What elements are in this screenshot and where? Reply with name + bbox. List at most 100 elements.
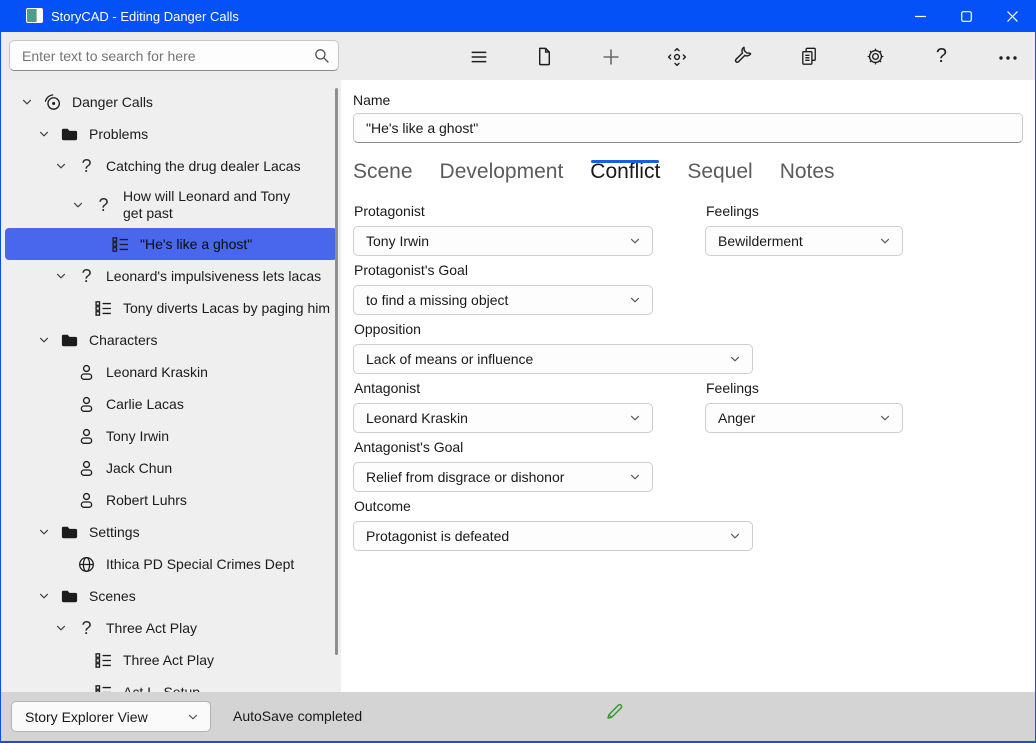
- tab-sequel[interactable]: Sequel: [687, 160, 752, 192]
- tools-icon[interactable]: [731, 44, 756, 69]
- character-icon: [77, 395, 96, 414]
- chevron-down-icon[interactable]: [36, 332, 52, 348]
- view-selector-value: Story Explorer View: [25, 709, 148, 725]
- search-input[interactable]: [9, 40, 339, 71]
- view-selector-dropdown[interactable]: Story Explorer View: [11, 701, 211, 732]
- tree-item-character[interactable]: Robert Luhrs: [5, 484, 337, 516]
- protagonist-feelings-value: Bewilderment: [718, 233, 803, 249]
- protagonist-goal-dropdown[interactable]: to find a missing object: [353, 285, 653, 315]
- scene-icon: [94, 651, 113, 670]
- tree-item-label: Ithica PD Special Crimes Dept: [106, 556, 294, 572]
- close-icon: [1007, 11, 1018, 22]
- tree-item-setting[interactable]: Ithica PD Special Crimes Dept: [5, 548, 337, 580]
- app-window: StoryCAD - Editing Danger Calls: [0, 0, 1036, 743]
- outcome-dropdown[interactable]: Protagonist is defeated: [353, 521, 753, 551]
- chevron-down-icon[interactable]: [19, 94, 35, 110]
- character-icon: [77, 491, 96, 510]
- top-strip: ?: [1, 32, 1035, 80]
- tab-conflict[interactable]: Conflict: [590, 160, 660, 192]
- menu-icon[interactable]: [466, 44, 491, 69]
- move-icon[interactable]: [664, 44, 689, 69]
- tree-item-label: Carlie Lacas: [106, 396, 184, 412]
- tab-scene[interactable]: Scene: [353, 160, 413, 192]
- tree-item-settings-folder[interactable]: Settings: [5, 516, 337, 548]
- navigation-tree: Danger Calls Problems ? Catching the dru…: [1, 80, 341, 692]
- tree-item-label: Three Act Play: [123, 652, 214, 668]
- tree-item-problem[interactable]: ? Leonard's impulsiveness lets lacas: [5, 260, 337, 292]
- add-icon[interactable]: [598, 44, 623, 69]
- tree-item-label: Problems: [89, 126, 148, 142]
- tree-item-character[interactable]: Leonard Kraskin: [5, 356, 337, 388]
- tree-item-character[interactable]: Tony Irwin: [5, 420, 337, 452]
- maximize-icon: [961, 11, 972, 22]
- tree-item-label: Tony diverts Lacas by paging him: [123, 300, 330, 316]
- scene-tabs: Scene Development Conflict Sequel Notes: [353, 160, 1023, 192]
- tree-item-scene-selected[interactable]: "He's like a ghost": [5, 228, 337, 260]
- tab-development[interactable]: Development: [440, 160, 564, 192]
- tree-item-story-overview[interactable]: Danger Calls: [5, 86, 337, 118]
- folder-icon: [60, 331, 79, 350]
- antagonist-feelings-dropdown[interactable]: Anger: [705, 403, 903, 433]
- character-icon: [77, 427, 96, 446]
- opposition-dropdown[interactable]: Lack of means or influence: [353, 344, 753, 374]
- tree-item-label: Danger Calls: [72, 94, 153, 110]
- protagonist-feelings-label: Feelings: [706, 203, 903, 219]
- tree-item-problem[interactable]: ? How will Leonard and Tony get past: [5, 182, 337, 228]
- tree-item-label: Characters: [89, 332, 157, 348]
- tree-item-scenes-folder[interactable]: Scenes: [5, 580, 337, 612]
- name-input[interactable]: [353, 113, 1023, 143]
- scene-icon: [94, 299, 113, 318]
- protagonist-feelings-dropdown[interactable]: Bewilderment: [705, 226, 903, 256]
- help-icon[interactable]: ?: [929, 44, 954, 69]
- folder-icon: [60, 587, 79, 606]
- antagonist-goal-label: Antagonist's Goal: [354, 439, 1023, 455]
- scene-icon: [94, 683, 113, 693]
- antagonist-value: Leonard Kraskin: [366, 410, 468, 426]
- chevron-down-icon: [729, 353, 741, 365]
- tree-item-problem[interactable]: ? Three Act Play: [5, 612, 337, 644]
- chevron-down-icon: [629, 235, 641, 247]
- reports-icon[interactable]: [797, 44, 822, 69]
- chevron-down-icon[interactable]: [36, 588, 52, 604]
- folder-icon: [60, 523, 79, 542]
- file-icon[interactable]: [532, 44, 557, 69]
- settings-icon[interactable]: [863, 44, 888, 69]
- close-button[interactable]: [989, 0, 1035, 32]
- titlebar: StoryCAD - Editing Danger Calls: [1, 0, 1035, 32]
- chevron-down-icon[interactable]: [36, 126, 52, 142]
- tree-item-label: Robert Luhrs: [106, 492, 187, 508]
- tree-item-scene[interactable]: Act I - Setup: [5, 676, 337, 692]
- antagonist-feelings-value: Anger: [718, 410, 755, 426]
- tree-item-scene[interactable]: Tony diverts Lacas by paging him: [5, 292, 337, 324]
- tree-scrollbar[interactable]: [335, 88, 338, 655]
- protagonist-label: Protagonist: [354, 203, 653, 219]
- more-icon[interactable]: [995, 44, 1020, 69]
- tree-item-scene[interactable]: Three Act Play: [5, 644, 337, 676]
- chevron-down-icon: [629, 471, 641, 483]
- tab-notes[interactable]: Notes: [780, 160, 835, 192]
- name-label: Name: [353, 92, 1023, 108]
- chevron-down-icon[interactable]: [53, 620, 69, 636]
- antagonist-label: Antagonist: [354, 380, 653, 396]
- chevron-down-icon[interactable]: [53, 158, 69, 174]
- minimize-button[interactable]: [897, 0, 943, 32]
- chevron-down-icon[interactable]: [36, 524, 52, 540]
- character-icon: [77, 363, 96, 382]
- chevron-down-icon: [879, 235, 891, 247]
- antagonist-dropdown[interactable]: Leonard Kraskin: [353, 403, 653, 433]
- maximize-button[interactable]: [943, 0, 989, 32]
- window-title: StoryCAD - Editing Danger Calls: [51, 9, 239, 24]
- tree-item-label: Tony Irwin: [106, 428, 169, 444]
- scene-editor-panel: Name Scene Development Conflict Sequel N…: [341, 80, 1035, 692]
- tree-item-character[interactable]: Carlie Lacas: [5, 388, 337, 420]
- search-icon[interactable]: [314, 48, 329, 63]
- tree-item-problem[interactable]: ? Catching the drug dealer Lacas: [5, 150, 337, 182]
- antagonist-goal-dropdown[interactable]: Relief from disgrace or dishonor: [353, 462, 653, 492]
- tree-item-characters-folder[interactable]: Characters: [5, 324, 337, 356]
- tree-item-label: Leonard's impulsiveness lets lacas: [106, 268, 321, 284]
- chevron-down-icon[interactable]: [53, 268, 69, 284]
- protagonist-dropdown[interactable]: Tony Irwin: [353, 226, 653, 256]
- tree-item-character[interactable]: Jack Chun: [5, 452, 337, 484]
- chevron-down-icon[interactable]: [70, 197, 86, 213]
- tree-item-problems-folder[interactable]: Problems: [5, 118, 337, 150]
